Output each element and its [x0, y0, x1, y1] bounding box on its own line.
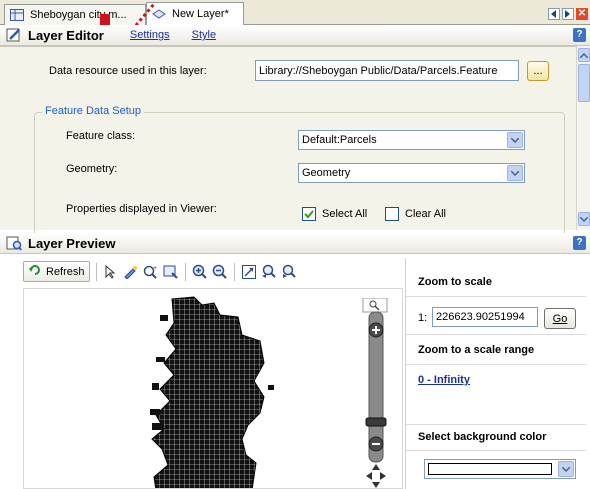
scale-range-title: Zoom to a scale range: [418, 344, 535, 356]
bg-color-title: Select background color: [418, 431, 547, 443]
scroll-thumb[interactable]: [578, 64, 590, 102]
check-icon: [304, 210, 314, 219]
chevron-down-icon[interactable]: [558, 461, 574, 477]
zoom-in-icon[interactable]: [192, 264, 208, 280]
refresh-icon: [28, 263, 42, 280]
layer-preview-panel: Refresh + Zoom to scale 1: 226623.902519…: [0, 254, 590, 489]
refresh-label: Refresh: [46, 265, 85, 278]
toolbar-separator: [95, 262, 97, 281]
layer-preview-header: Layer Preview ?: [0, 233, 590, 254]
zoom-slider-control[interactable]: [362, 297, 392, 489]
color-swatch: [428, 463, 552, 475]
zoom-in-rect-icon[interactable]: +: [143, 264, 159, 280]
edit-icon: [6, 27, 22, 43]
settings-link[interactable]: Settings: [130, 29, 170, 41]
toolbar-separator: [233, 262, 235, 281]
style-link[interactable]: Style: [192, 29, 216, 41]
properties-label: Properties displayed in Viewer:: [66, 203, 217, 215]
chevron-left-icon: [551, 10, 556, 18]
layer-editor-header: Layer Editor Settings Style ?: [0, 25, 590, 46]
select-all-label: Select All: [322, 208, 368, 220]
tab-scroll-right-button[interactable]: [562, 8, 574, 20]
select-all-checkbox[interactable]: [302, 207, 316, 221]
tab-new-layer[interactable]: New Layer*: [146, 2, 244, 25]
geometry-label: Geometry:: [66, 163, 118, 175]
document-tab-bar: Sheboygan city m... New Layer* ✕: [0, 0, 590, 25]
preview-icon: [6, 235, 22, 251]
go-label: Go: [552, 312, 568, 325]
editor-scrollbar[interactable]: [576, 46, 590, 230]
help-icon[interactable]: ?: [573, 28, 586, 42]
background-color-select[interactable]: [424, 459, 576, 479]
scale-range-link[interactable]: 0 - Infinity: [418, 374, 470, 386]
scroll-up-button[interactable]: [578, 48, 590, 62]
divider: [406, 424, 586, 425]
chevron-right-icon: [565, 10, 570, 18]
divider: [406, 296, 586, 297]
zoom-to-scale-title: Zoom to scale: [418, 276, 492, 288]
svg-text:+: +: [153, 265, 157, 272]
tab-label: New Layer*: [172, 8, 229, 20]
scale-input[interactable]: 226623.90251994: [432, 307, 538, 327]
zoom-slider-graphic: [362, 297, 388, 488]
chevron-down-icon: [580, 216, 588, 222]
preview-toolbar: Refresh +: [23, 258, 403, 285]
scroll-down-button[interactable]: [578, 212, 590, 226]
chevron-down-icon[interactable]: [507, 165, 523, 181]
layer-preview-title: Layer Preview: [28, 235, 116, 251]
feature-class-value: Default:Parcels: [302, 134, 377, 146]
parcels-map-image: [150, 296, 274, 488]
scale-prefix: 1:: [418, 312, 428, 324]
feature-class-select[interactable]: Default:Parcels: [298, 130, 525, 150]
select-arrow-icon[interactable]: [103, 264, 119, 280]
clear-all-checkbox[interactable]: [385, 207, 399, 221]
zoom-extents-icon[interactable]: [241, 264, 257, 280]
layer-editor-panel: Data resource used in this layer: Librar…: [0, 46, 576, 242]
data-resource-field[interactable]: Library://Sheboygan Public/Data/Parcels.…: [255, 60, 519, 81]
feature-data-setup-title: Feature Data Setup: [42, 105, 145, 117]
tab-scroll-left-button[interactable]: [548, 8, 560, 20]
go-button[interactable]: Go: [544, 308, 576, 329]
divider: [406, 334, 586, 335]
zoom-out-rect-icon[interactable]: [163, 264, 179, 280]
refresh-button[interactable]: Refresh: [23, 261, 90, 282]
geometry-value: Geometry: [302, 167, 351, 179]
zoom-previous-icon[interactable]: [261, 264, 277, 280]
help-icon[interactable]: ?: [573, 236, 586, 250]
close-tab-button[interactable]: ✕: [576, 8, 588, 20]
close-icon: ✕: [577, 8, 587, 19]
feature-class-label: Feature class:: [66, 130, 136, 142]
clear-all-label: Clear All: [405, 208, 446, 220]
divider: [406, 364, 586, 365]
zoom-out-icon[interactable]: [212, 264, 228, 280]
chevron-down-icon[interactable]: [507, 132, 523, 148]
map-viewer[interactable]: [23, 288, 403, 489]
data-resource-label: Data resource used in this layer:: [49, 65, 207, 77]
map-document-icon: [10, 9, 24, 21]
toolbar-separator: [184, 262, 186, 281]
browse-resource-button[interactable]: ...: [527, 61, 549, 81]
chevron-up-icon: [580, 52, 588, 58]
pan-icon[interactable]: [123, 264, 139, 280]
divider: [406, 450, 586, 451]
geometry-select[interactable]: Geometry: [298, 163, 525, 183]
preview-side-panel: Zoom to scale 1: 226623.90251994 Go Zoom…: [405, 258, 586, 489]
layer-editor-title: Layer Editor: [28, 27, 104, 43]
zoom-next-icon[interactable]: [281, 264, 297, 280]
